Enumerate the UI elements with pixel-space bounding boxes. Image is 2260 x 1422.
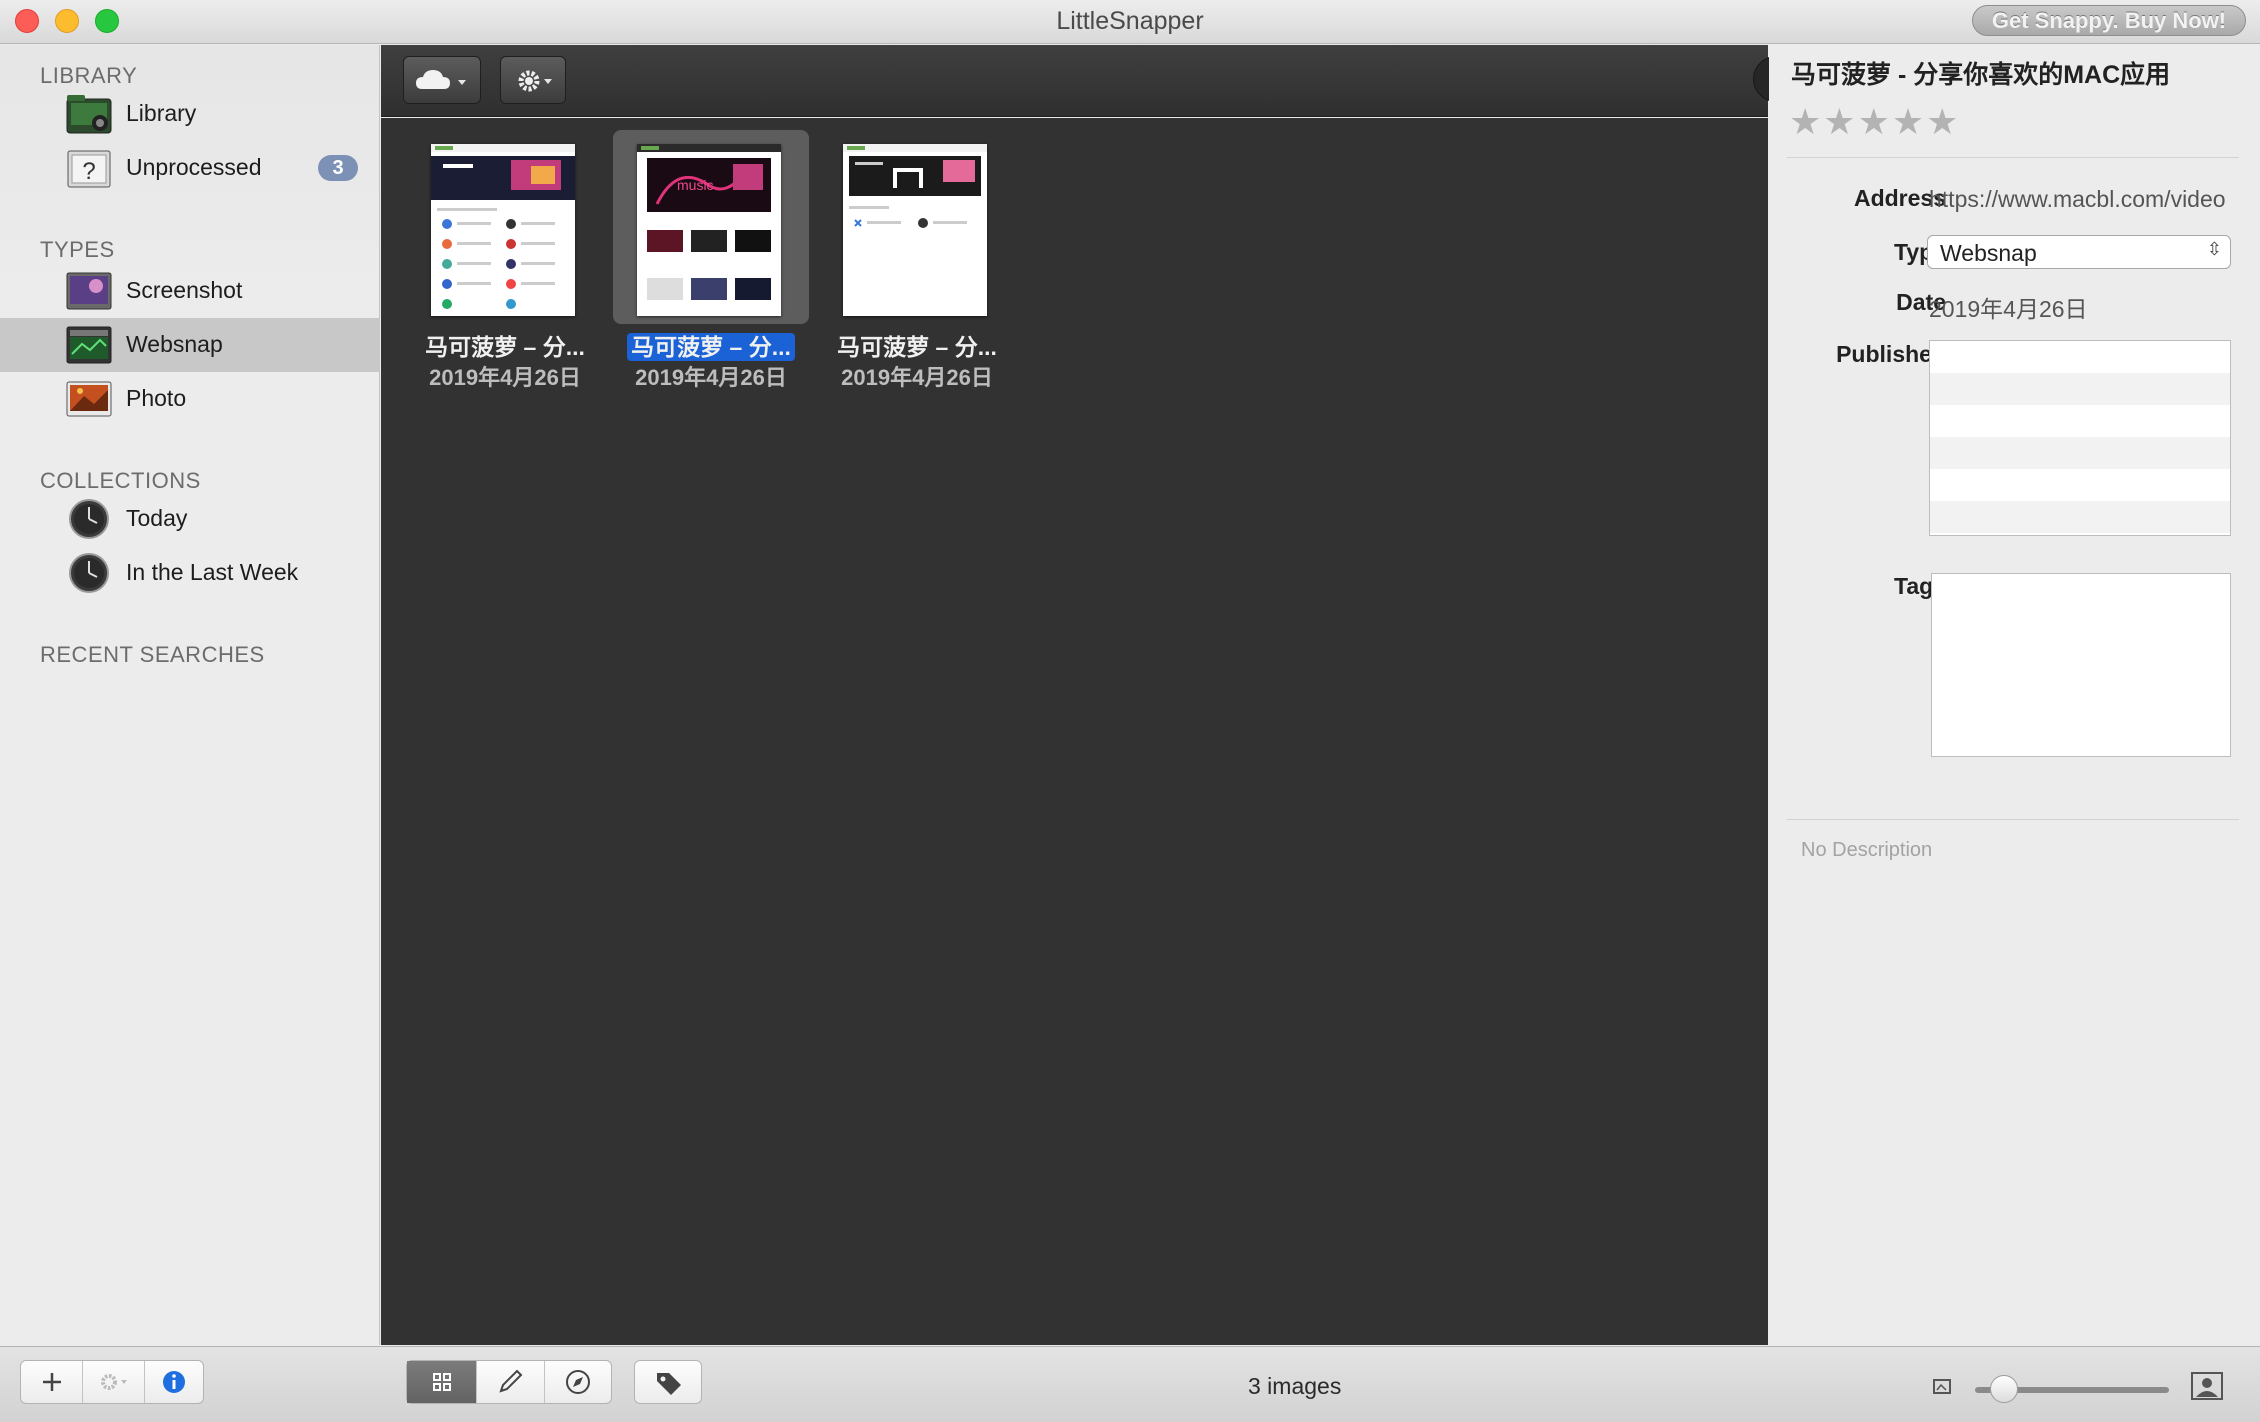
- rating-stars[interactable]: ★★★★★: [1789, 101, 1960, 143]
- sidebar-action-menu-button[interactable]: [83, 1361, 145, 1403]
- browser-toolbar: [381, 45, 2129, 117]
- snap-title: 马可菠萝 – 分...: [837, 334, 997, 360]
- title-bar: LittleSnapper Get Snappy. Buy Now!: [0, 0, 2260, 44]
- gear-icon: [518, 70, 552, 92]
- star-icon[interactable]: ★: [1926, 101, 1960, 142]
- sidebar-item-label: Websnap: [126, 331, 223, 357]
- snap-title: 马可菠萝 – 分...: [627, 333, 795, 361]
- large-image-size-icon[interactable]: [2190, 1371, 2224, 1401]
- sidebar-item-last-week[interactable]: In the Last Week: [0, 546, 380, 600]
- inspector-panel: 马可菠萝 - 分享你喜欢的MAC应用 ★★★★★ Address https:/…: [1769, 45, 2260, 1345]
- type-select[interactable]: Websnap ⇳: [1927, 235, 2231, 269]
- tags-button[interactable]: [634, 1360, 702, 1404]
- photo-icon: [66, 381, 112, 417]
- section-header-recent-searches: RECENT SEARCHES: [40, 642, 265, 667]
- websnap-icon: [66, 326, 112, 364]
- sidebar-item-label: Unprocessed: [126, 154, 262, 180]
- buy-now-button[interactable]: Get Snappy. Buy Now!: [1972, 5, 2246, 36]
- date-value: 2019年4月26日: [1929, 296, 2088, 322]
- snap-title: 马可菠萝 – 分...: [425, 334, 585, 360]
- tag-icon: [657, 1373, 681, 1395]
- sidebar-item-library[interactable]: Library: [0, 87, 380, 141]
- section-header-types: TYPES: [40, 237, 115, 262]
- snap-grid: 马可菠萝 – 分... 2019年4月26日 music 马可菠萝 – 分...: [381, 118, 1768, 1345]
- edit-view-button[interactable]: [477, 1361, 545, 1403]
- published-list[interactable]: [1929, 340, 2231, 536]
- sidebar-item-label: Screenshot: [126, 277, 243, 303]
- clock-icon: [69, 553, 109, 593]
- action-menu-button[interactable]: [500, 56, 566, 104]
- snap-date: 2019年4月26日: [841, 365, 993, 390]
- section-header-library: LIBRARY: [40, 63, 138, 88]
- star-icon[interactable]: ★: [1892, 101, 1926, 142]
- info-icon: [163, 1371, 185, 1393]
- compass-icon: [566, 1370, 590, 1394]
- screenshot-icon: [66, 272, 112, 310]
- divider: [1787, 157, 2239, 158]
- bottom-bar: 3 images: [0, 1346, 2260, 1422]
- small-image-size-icon[interactable]: [1932, 1377, 1954, 1397]
- sidebar-item-label: Photo: [126, 385, 187, 411]
- description-placeholder[interactable]: No Description: [1801, 839, 1932, 862]
- star-icon[interactable]: ★: [1858, 101, 1892, 142]
- sidebar-item-label: Library: [126, 100, 197, 126]
- snap-item[interactable]: music 马可菠萝 – 分... 2019年4月26日: [613, 130, 809, 400]
- grid-icon: [433, 1373, 451, 1391]
- updown-chevron-icon: ⇳: [2206, 239, 2222, 259]
- snap-date: 2019年4月26日: [635, 365, 787, 390]
- cloud-menu-button[interactable]: [403, 56, 481, 104]
- snap-item[interactable]: 马可菠萝 – 分... 2019年4月26日: [819, 130, 1015, 400]
- unprocessed-count-badge: 3: [318, 155, 358, 181]
- star-icon[interactable]: ★: [1789, 101, 1823, 142]
- add-button[interactable]: [21, 1361, 83, 1403]
- type-select-value: Websnap: [1940, 240, 2037, 266]
- svg-text:music: music: [677, 177, 714, 193]
- svg-text:?: ?: [82, 158, 95, 185]
- gear-icon: [101, 1374, 127, 1390]
- divider: [1787, 819, 2239, 820]
- sidebar-item-label: In the Last Week: [126, 559, 299, 585]
- unprocessed-icon: ?: [67, 150, 111, 188]
- view-mode-segmented-control: [406, 1360, 612, 1404]
- section-header-collections: COLLECTIONS: [40, 468, 201, 493]
- sidebar-actions: [20, 1360, 204, 1404]
- snap-title-field[interactable]: 马可菠萝 - 分享你喜欢的MAC应用: [1791, 55, 2170, 91]
- plus-icon: [43, 1373, 61, 1391]
- sidebar-item-photo[interactable]: Photo: [0, 372, 380, 426]
- star-icon[interactable]: ★: [1823, 101, 1857, 142]
- item-count: 3 images: [1248, 1373, 1342, 1399]
- browse-view-button[interactable]: [545, 1361, 611, 1403]
- address-value[interactable]: https://www.macbl.com/video: [1929, 186, 2226, 213]
- clock-icon: [69, 499, 109, 539]
- sidebar-item-label: Today: [126, 505, 188, 531]
- snap-thumbnail: music: [637, 144, 781, 316]
- snap-thumbnail: [431, 144, 575, 316]
- cloud-icon: [416, 70, 466, 89]
- tags-field[interactable]: [1931, 573, 2231, 757]
- sidebar: LIBRARY Library ? Unprocessed 3 TYPES Sc…: [0, 45, 380, 1345]
- sidebar-item-unprocessed[interactable]: ? Unprocessed 3: [0, 141, 380, 195]
- sidebar-item-screenshot[interactable]: Screenshot: [0, 264, 380, 318]
- snap-thumbnail: [843, 144, 987, 316]
- thumbnail-size-slider-knob[interactable]: [1990, 1375, 2018, 1403]
- sidebar-item-today[interactable]: Today: [0, 492, 380, 546]
- pencil-icon: [499, 1369, 523, 1393]
- snap-date: 2019年4月26日: [429, 365, 581, 390]
- snap-item[interactable]: 马可菠萝 – 分... 2019年4月26日: [407, 130, 603, 400]
- grid-view-button[interactable]: [407, 1361, 477, 1403]
- library-icon: [66, 95, 112, 134]
- window-title: LittleSnapper: [1056, 7, 1204, 35]
- info-button[interactable]: [145, 1361, 203, 1403]
- sidebar-item-websnap[interactable]: Websnap: [0, 318, 380, 372]
